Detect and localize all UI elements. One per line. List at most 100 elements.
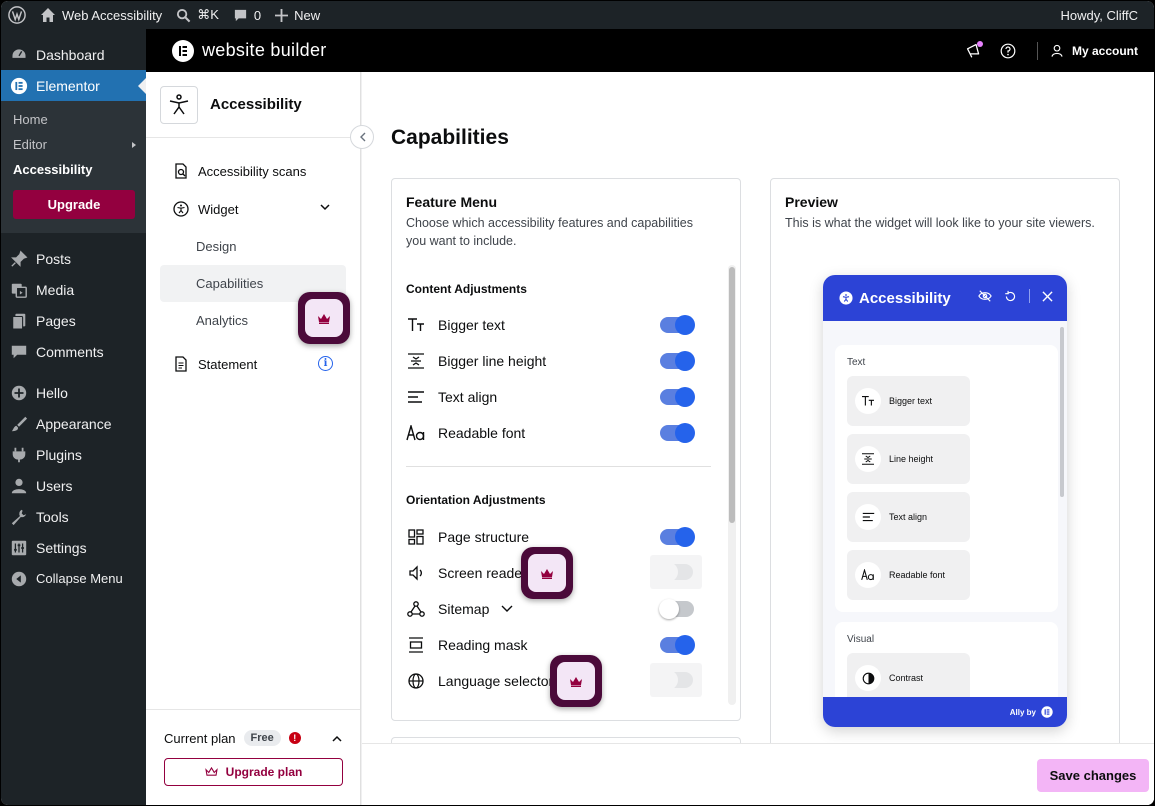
- page-structure-toggle[interactable]: [660, 527, 695, 547]
- widget-tile-label: Text align: [889, 512, 928, 522]
- alert-icon: !: [288, 732, 301, 744]
- feature-reading-mask: Reading mask: [406, 631, 702, 659]
- menu-dashboard[interactable]: Dashboard: [1, 39, 146, 70]
- reset-icon: [1005, 290, 1016, 301]
- widget-text-label: Text: [847, 357, 866, 368]
- readable-font-toggle[interactable]: [660, 423, 695, 443]
- current-plan-label: Current plan: [164, 730, 236, 746]
- save-changes-button[interactable]: Save changes: [1037, 759, 1149, 792]
- menu-collapse[interactable]: Collapse Menu: [1, 563, 146, 594]
- submenu-accessibility[interactable]: Accessibility: [1, 157, 146, 182]
- section-divider: [406, 466, 711, 467]
- widget-tile-label: Bigger text: [889, 396, 933, 406]
- collapse-panel-button[interactable]: [350, 125, 374, 149]
- accessibility-panel: Accessibility Accessibility scans Widget…: [146, 72, 361, 805]
- home-icon: [41, 8, 55, 22]
- sitemap-toggle[interactable]: [659, 599, 694, 619]
- widget-tile-label: Readable font: [889, 570, 946, 580]
- elementor-submenu: Home Editor Accessibility Upgrade: [1, 101, 146, 233]
- dashboard-icon: [10, 46, 28, 64]
- feature-bigger-text-label: Bigger text: [438, 317, 505, 333]
- menu-posts[interactable]: Posts: [1, 243, 146, 274]
- my-account-button[interactable]: My account: [1050, 44, 1138, 58]
- feature-list-scrollbar[interactable]: [728, 265, 736, 705]
- menu-pages[interactable]: Pages: [1, 305, 146, 336]
- chevron-up-icon[interactable]: [332, 735, 342, 742]
- text-align-toggle[interactable]: [660, 387, 695, 407]
- page-structure-icon: [406, 527, 426, 547]
- page-title: Capabilities: [391, 126, 509, 149]
- media-icon: [10, 281, 28, 299]
- menu-media[interactable]: Media: [1, 274, 146, 305]
- widget-tile-label: Line height: [889, 454, 934, 464]
- widget-title: Accessibility: [859, 289, 951, 307]
- menu-appearance[interactable]: Appearance: [1, 408, 146, 439]
- comments-icon: [10, 343, 28, 361]
- menu-users[interactable]: Users: [1, 470, 146, 501]
- app-window: Web Accessibility ⌘K 0 New Howdy, CliffC…: [0, 0, 1155, 806]
- nav-statement[interactable]: Statement i: [146, 345, 360, 383]
- text-align-icon: [855, 504, 881, 530]
- upgrade-button[interactable]: Upgrade: [13, 190, 135, 219]
- menu-elementor[interactable]: Elementor: [1, 70, 146, 101]
- bottom-action-bar: Save changes: [362, 743, 1154, 805]
- bigger-text-toggle[interactable]: [660, 315, 695, 335]
- screen-reader-toggle-disabled: [650, 555, 702, 589]
- menu-settings[interactable]: Settings: [1, 532, 146, 563]
- widget-tile: Bigger text: [847, 376, 970, 426]
- accessibility-widget-preview: Accessibility Text Bigger text Line heig…: [823, 275, 1067, 727]
- comments-link[interactable]: 0: [226, 1, 268, 29]
- wp-admin-bar: Web Accessibility ⌘K 0 New Howdy, CliffC: [1, 1, 1154, 29]
- feature-menu-title: Feature Menu: [406, 194, 498, 210]
- crown-icon: [541, 568, 553, 579]
- menu-tools-label: Tools: [36, 508, 69, 525]
- menu-comments[interactable]: Comments: [1, 336, 146, 367]
- preview-card: Preview This is what the widget will loo…: [770, 178, 1120, 758]
- wp-logo-button[interactable]: [1, 1, 33, 29]
- widget-visual-label: Visual: [847, 634, 875, 645]
- new-label: New: [294, 7, 321, 23]
- wordpress-icon: [8, 6, 26, 24]
- menu-hello[interactable]: Hello: [1, 377, 146, 408]
- document-icon: [173, 356, 189, 372]
- menu-pages-label: Pages: [36, 312, 76, 329]
- pro-crown-badge[interactable]: [298, 292, 350, 344]
- crown-icon: [204, 767, 218, 776]
- my-account-label: My account: [1071, 43, 1138, 58]
- nav-analytics-label: Analytics: [196, 313, 249, 328]
- whats-new-button[interactable]: [957, 36, 991, 66]
- bigger-line-height-toggle[interactable]: [660, 351, 695, 371]
- pin-icon: [10, 250, 28, 268]
- info-icon[interactable]: i: [318, 356, 333, 371]
- accessibility-circle-icon: [839, 291, 853, 305]
- readable-font-icon: [855, 562, 881, 588]
- menu-tools[interactable]: Tools: [1, 501, 146, 532]
- submenu-editor[interactable]: Editor: [1, 132, 146, 157]
- search-shortcut[interactable]: ⌘K: [169, 1, 226, 29]
- help-button[interactable]: [991, 36, 1025, 66]
- paintbrush-icon: [10, 415, 28, 433]
- howdy-user-menu[interactable]: Howdy, CliffC: [1053, 1, 1154, 29]
- chevron-down-icon[interactable]: [501, 605, 513, 613]
- site-name-link[interactable]: Web Accessibility: [33, 1, 169, 29]
- nav-statement-label: Statement: [198, 356, 258, 372]
- globe-icon: [406, 671, 426, 691]
- caret-right-icon: [132, 142, 136, 148]
- nav-accessibility-scans-label: Accessibility scans: [198, 163, 307, 179]
- menu-plugins[interactable]: Plugins: [1, 439, 146, 470]
- settings-icon: [10, 539, 28, 557]
- eye-off-icon: [978, 290, 992, 302]
- content-section-title: Content Adjustments: [406, 282, 527, 296]
- nav-analytics[interactable]: Analytics: [160, 292, 350, 344]
- nav-accessibility-scans[interactable]: Accessibility scans: [146, 152, 360, 190]
- nav-design[interactable]: Design: [160, 228, 346, 265]
- feature-bigger-line-height: Bigger line height: [406, 347, 702, 375]
- upgrade-plan-button[interactable]: Upgrade plan: [164, 758, 343, 786]
- new-content-link[interactable]: New: [268, 1, 327, 29]
- nav-widget[interactable]: Widget: [146, 190, 360, 228]
- menu-posts-label: Posts: [36, 250, 72, 267]
- submenu-home[interactable]: Home: [1, 107, 146, 132]
- pro-crown-badge[interactable]: [521, 547, 573, 599]
- reading-mask-toggle[interactable]: [660, 635, 695, 655]
- pro-crown-badge[interactable]: [550, 655, 602, 707]
